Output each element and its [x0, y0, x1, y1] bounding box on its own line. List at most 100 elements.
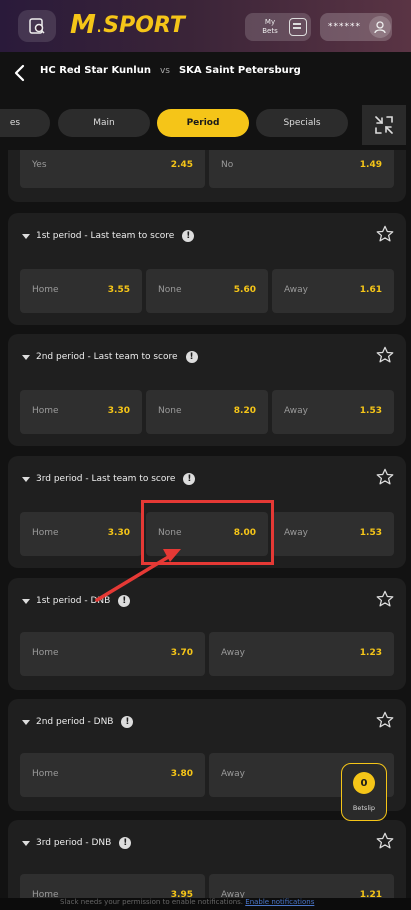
selection-name: Away: [284, 528, 308, 538]
info-icon[interactable]: !: [118, 595, 131, 607]
chevron-down-icon: [22, 840, 30, 846]
selection-odds: 3.55: [107, 285, 130, 295]
match-title: HC Red Star Kunlun vs SKA Saint Petersburg: [40, 65, 301, 76]
selection-name: Home: [32, 648, 59, 658]
selection-none[interactable]: None 8.20: [146, 390, 268, 434]
favorite-star-icon[interactable]: [376, 832, 394, 850]
selection-away[interactable]: Away 1.53: [272, 390, 394, 434]
bet-ticket-icon: [289, 18, 307, 36]
selection-odds: 3.80: [170, 769, 193, 779]
chevron-down-icon: [22, 233, 30, 239]
chevron-down-icon: [22, 719, 30, 725]
chevron-down-icon: [22, 476, 30, 482]
collapse-arrows-icon: [375, 116, 393, 134]
info-icon[interactable]: !: [185, 351, 198, 363]
account-masked-balance: ******: [328, 22, 361, 32]
annotation-highlight-box: [141, 500, 274, 565]
favorite-star-icon[interactable]: [376, 468, 394, 486]
search-events-button[interactable]: [18, 10, 56, 42]
back-arrow-icon[interactable]: [10, 63, 30, 83]
selection-home[interactable]: Home 3.55: [20, 269, 142, 313]
tab-main[interactable]: Main: [58, 109, 150, 137]
notification-text: Slack needs your permission to enable no…: [60, 898, 244, 906]
selection-name: No: [221, 160, 234, 170]
away-team: SKA Saint Petersburg: [178, 65, 301, 76]
selection-odds: 2.45: [170, 160, 193, 170]
market-title: 2nd period - DNB: [36, 717, 114, 727]
selection-yes[interactable]: Yes 2.45: [20, 150, 205, 188]
selection-name: None: [158, 406, 182, 416]
chevron-down-icon: [22, 598, 30, 604]
account-button[interactable]: ******: [320, 13, 392, 41]
vs-label: vs: [159, 66, 170, 76]
selection-name: Away: [221, 648, 245, 658]
selection-name: None: [158, 285, 182, 295]
selection-odds: 5.60: [233, 285, 256, 295]
market-header[interactable]: 3rd period - Last team to score !: [22, 470, 196, 488]
match-header: HC Red Star Kunlun vs SKA Saint Petersburg: [0, 52, 411, 94]
selection-name: Away: [221, 769, 245, 779]
market-header[interactable]: 3rd period - DNB !: [22, 834, 132, 852]
market-card: 1st period - DNB ! Home 3.70 Away 1.23: [8, 578, 406, 690]
selection-odds: 1.53: [359, 406, 382, 416]
tab-period[interactable]: Period: [157, 109, 249, 137]
search-icon: [29, 18, 45, 34]
market-title: 2nd period - Last team to score: [36, 352, 178, 362]
selection-name: Home: [32, 406, 59, 416]
selection-odds: 3.30: [107, 406, 130, 416]
favorite-star-icon[interactable]: [376, 590, 394, 608]
market-tabs: es Main Period Specials: [0, 94, 411, 150]
selection-home[interactable]: Home 3.70: [20, 632, 205, 676]
market-title: 3rd period - DNB: [36, 838, 112, 848]
betslip-button[interactable]: 0 Betslip: [341, 763, 387, 821]
selection-name: Home: [32, 285, 59, 295]
my-bets-label: My Bets: [262, 18, 278, 35]
market-card: 2nd period - Last team to score ! Home 3…: [8, 334, 406, 446]
selection-home[interactable]: Home 3.80: [20, 753, 205, 797]
top-header: M . SPORT My Bets ******: [0, 0, 411, 52]
chevron-down-icon: [22, 354, 30, 360]
logo-dot: .: [95, 13, 103, 37]
logo-m: M: [70, 10, 96, 40]
favorite-star-icon[interactable]: [376, 711, 394, 729]
market-header[interactable]: 1st period - Last team to score !: [22, 227, 195, 245]
selection-home[interactable]: Home 3.30: [20, 512, 142, 556]
msport-logo[interactable]: M . SPORT: [70, 10, 185, 40]
info-icon[interactable]: !: [182, 230, 195, 242]
tab-previous[interactable]: es: [0, 109, 50, 137]
expand-button[interactable]: [362, 105, 406, 145]
selection-name: Yes: [32, 160, 47, 170]
market-title: 3rd period - Last team to score: [36, 474, 176, 484]
notification-banner: Slack needs your permission to enable no…: [0, 898, 411, 910]
betslip-label: Betslip: [352, 804, 376, 812]
info-icon[interactable]: !: [119, 837, 132, 849]
logo-sport: SPORT: [103, 12, 185, 38]
selection-odds: 3.70: [170, 648, 193, 658]
selection-name: Home: [32, 769, 59, 779]
my-bets-button[interactable]: My Bets: [245, 13, 311, 41]
market-card: Yes 2.45 No 1.49: [8, 150, 406, 202]
selection-away[interactable]: Away 1.53: [272, 512, 394, 556]
selection-odds: 1.61: [359, 285, 382, 295]
favorite-star-icon[interactable]: [376, 225, 394, 243]
info-icon[interactable]: !: [183, 473, 196, 485]
betslip-count: 0: [353, 772, 375, 794]
enable-notifications-link[interactable]: Enable notifications: [245, 898, 314, 906]
tab-specials[interactable]: Specials: [256, 109, 348, 137]
info-icon[interactable]: !: [121, 716, 134, 728]
selection-away[interactable]: Away 1.23: [209, 632, 394, 676]
selection-home[interactable]: Home 3.30: [20, 390, 142, 434]
market-title: 1st period - DNB: [36, 596, 111, 606]
selection-odds: 1.53: [359, 528, 382, 538]
selection-odds: 1.23: [359, 648, 382, 658]
selection-away[interactable]: Away 1.61: [272, 269, 394, 313]
market-header[interactable]: 2nd period - DNB !: [22, 713, 134, 731]
selection-odds: 8.20: [233, 406, 256, 416]
selection-none[interactable]: None 5.60: [146, 269, 268, 313]
favorite-star-icon[interactable]: [376, 346, 394, 364]
market-header[interactable]: 1st period - DNB !: [22, 592, 131, 610]
market-title: 1st period - Last team to score: [36, 231, 175, 241]
selection-odds: 1.49: [359, 160, 382, 170]
market-header[interactable]: 2nd period - Last team to score !: [22, 348, 198, 366]
selection-no[interactable]: No 1.49: [209, 150, 394, 188]
